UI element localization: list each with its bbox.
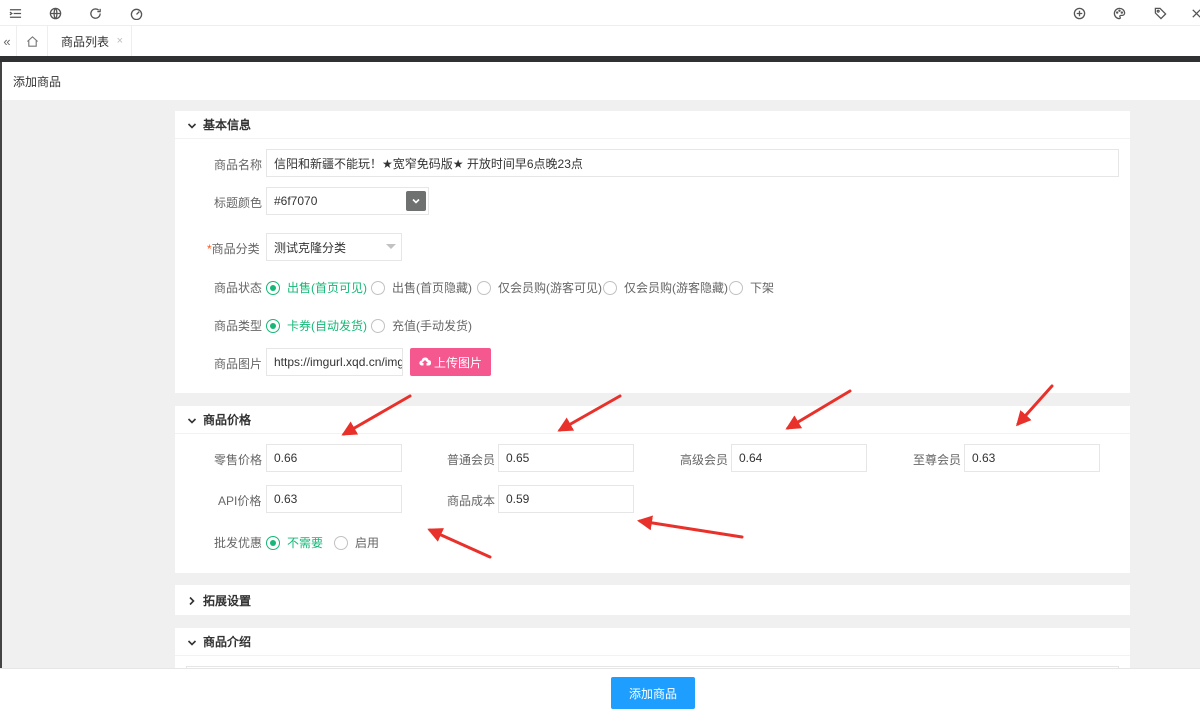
- cloud-upload-icon: [419, 357, 431, 366]
- cost-input[interactable]: 0.59: [498, 485, 634, 513]
- image-url-input[interactable]: https://imgurl.xqd.cn/img_bm: [266, 348, 403, 376]
- palette-icon[interactable]: [1109, 3, 1129, 23]
- supreme-member-label: 至尊会员: [913, 453, 962, 467]
- status-radio-0[interactable]: 出售(首页可见): [266, 279, 367, 296]
- radio-label: 下架: [750, 281, 775, 295]
- radio-label: 仅会员购(游客可见): [498, 281, 602, 295]
- supreme-member-input[interactable]: 0.63: [964, 444, 1100, 472]
- senior-member-label: 高级会员: [680, 453, 729, 467]
- ext-settings-header[interactable]: 拓展设置: [175, 585, 1130, 615]
- radio-label: 出售(首页可见): [287, 281, 367, 295]
- tab-bar: « 商品列表 ×: [0, 26, 1200, 56]
- status-radio-1[interactable]: 出售(首页隐藏): [371, 279, 472, 296]
- add-product-button[interactable]: 添加商品: [611, 677, 695, 709]
- more-icon[interactable]: [1186, 3, 1200, 23]
- name-label: 商品名称: [214, 158, 263, 172]
- upload-label: 上传图片: [433, 355, 482, 370]
- section-title: 商品价格: [203, 413, 252, 427]
- bulk-radio-1[interactable]: 启用: [334, 534, 379, 551]
- radio-dot: [729, 280, 743, 295]
- radio-dot: [371, 318, 385, 333]
- status-label: 商品状态: [214, 281, 263, 295]
- globe-icon[interactable]: [45, 3, 65, 23]
- dashboard-icon[interactable]: [126, 3, 146, 23]
- bottom-bar: [0, 668, 1200, 714]
- intro-header[interactable]: 商品介绍: [175, 628, 1130, 656]
- top-toolbar: [0, 0, 1200, 26]
- radio-dot: [477, 280, 491, 295]
- product-name-input[interactable]: 信阳和新疆不能玩！★宽窄免码版★ 开放时间早6点晚23点: [266, 149, 1119, 177]
- left-edge: [0, 62, 2, 668]
- tag-icon[interactable]: [1150, 3, 1170, 23]
- section-title: 商品介绍: [203, 635, 252, 649]
- retail-price-input[interactable]: 0.66: [266, 444, 402, 472]
- color-label: 标题颜色: [214, 196, 263, 210]
- type-radio-0[interactable]: 卡券(自动发货): [266, 317, 367, 334]
- chevron-down-icon: [187, 637, 197, 647]
- home-tab[interactable]: [16, 26, 48, 56]
- intro-card: 商品介绍: [175, 628, 1130, 670]
- radio-dot: [603, 280, 617, 295]
- radio-label: 出售(首页隐藏): [392, 281, 472, 295]
- image-label: 商品图片: [214, 357, 263, 371]
- type-label: 商品类型: [214, 319, 263, 333]
- basic-info-header[interactable]: 基本信息: [175, 111, 1130, 139]
- chevron-down-icon: [187, 120, 197, 130]
- dropdown-arrow-icon: [386, 244, 396, 249]
- radio-label: 启用: [355, 536, 380, 550]
- retail-price-label: 零售价格: [214, 453, 263, 467]
- category-label: *商品分类: [207, 240, 260, 257]
- radio-dot: [334, 535, 348, 550]
- title-color-input[interactable]: #6f7070: [266, 187, 429, 215]
- page-title: 添加商品: [13, 74, 62, 89]
- price-header[interactable]: 商品价格: [175, 406, 1130, 434]
- radio-label: 充值(手动发货): [392, 319, 472, 333]
- radio-dot: [266, 318, 280, 333]
- color-picker-button[interactable]: [406, 191, 426, 211]
- category-select[interactable]: 测试克隆分类: [266, 233, 402, 261]
- normal-member-input[interactable]: 0.65: [498, 444, 634, 472]
- tab-close-icon[interactable]: ×: [117, 35, 123, 47]
- home-icon: [26, 35, 38, 47]
- category-label-text: 商品分类: [211, 242, 260, 256]
- cost-label: 商品成本: [447, 494, 496, 508]
- tab-scroll-left-icon[interactable]: «: [0, 26, 14, 56]
- upload-image-button[interactable]: 上传图片: [410, 348, 491, 376]
- senior-member-input[interactable]: 0.64: [731, 444, 867, 472]
- radio-dot: [266, 280, 280, 295]
- chevron-down-icon: [412, 198, 420, 204]
- api-price-input[interactable]: 0.63: [266, 485, 402, 513]
- api-price-label: API价格: [218, 494, 262, 508]
- section-title: 拓展设置: [203, 593, 252, 608]
- section-title: 基本信息: [203, 118, 252, 132]
- page-header: 添加商品: [0, 62, 1200, 100]
- status-radio-3[interactable]: 仅会员购(游客隐藏): [603, 279, 728, 296]
- radio-label: 不需要: [287, 536, 324, 550]
- status-radio-2[interactable]: 仅会员购(游客可见): [477, 279, 602, 296]
- theme-icon[interactable]: [1069, 3, 1089, 23]
- status-radio-4[interactable]: 下架: [729, 279, 774, 296]
- bulk-radio-0[interactable]: 不需要: [266, 534, 323, 551]
- menu-toggle-icon[interactable]: [5, 3, 25, 23]
- tab-label: 商品列表: [61, 34, 110, 49]
- ext-settings-card: 拓展设置: [175, 585, 1130, 615]
- bulk-label: 批发优惠: [214, 536, 263, 550]
- radio-label: 卡券(自动发货): [287, 319, 367, 333]
- chevron-down-icon: [187, 415, 197, 425]
- type-radio-1[interactable]: 充值(手动发货): [371, 317, 472, 334]
- radio-label: 仅会员购(游客隐藏): [624, 281, 728, 295]
- normal-member-label: 普通会员: [447, 453, 496, 467]
- radio-dot: [266, 535, 280, 550]
- radio-dot: [371, 280, 385, 295]
- refresh-icon[interactable]: [85, 3, 105, 23]
- chevron-right-icon: [187, 595, 197, 606]
- tab-product-list[interactable]: 商品列表 ×: [48, 26, 132, 56]
